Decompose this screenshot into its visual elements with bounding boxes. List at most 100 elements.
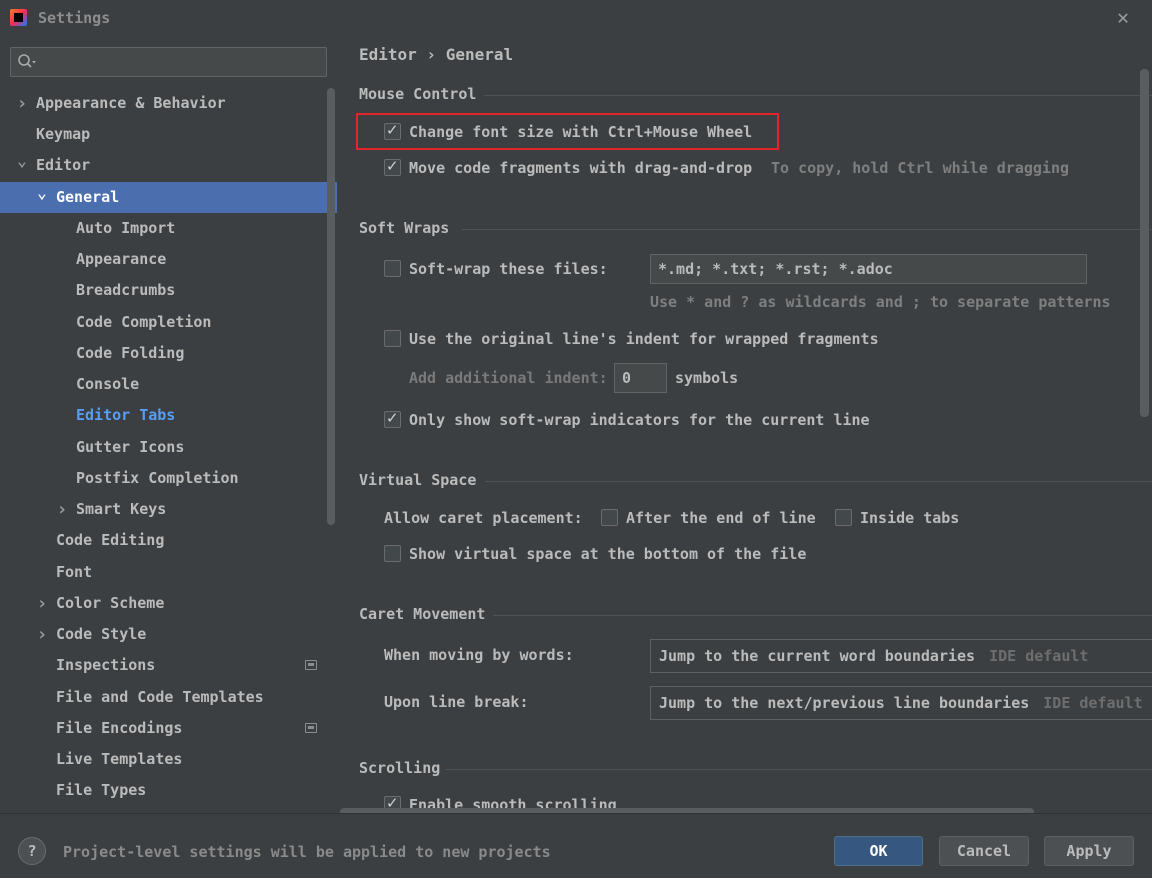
wildcard-hint: Use * and ? as wildcards and ; to separa… — [650, 293, 1111, 311]
only-current-line-label[interactable]: Only show soft-wrap indicators for the c… — [409, 411, 870, 429]
sidebar-item-label: File and Code Templates — [56, 688, 264, 706]
project-level-icon — [305, 723, 317, 733]
section-title-caret-movement: Caret Movement — [359, 605, 486, 623]
intellij-logo-icon — [10, 9, 27, 26]
sidebar-item-android-layout-editor[interactable]: Android Layout Editor — [0, 806, 337, 813]
sidebar-item-label: Appearance & Behavior — [36, 94, 226, 112]
sidebar-item-file-types[interactable]: File Types — [0, 775, 337, 806]
show-virtual-space-checkbox[interactable] — [384, 545, 401, 562]
section-divider — [446, 769, 1152, 770]
sidebar-item-code-style[interactable]: › Code Style — [0, 619, 337, 650]
sidebar-item-file-and-code-templates[interactable]: File and Code Templates — [0, 682, 337, 713]
sidebar-item-label: Font — [56, 563, 93, 581]
moving-by-words-default: IDE default — [989, 647, 1089, 665]
moving-by-words-label: When moving by words: — [384, 646, 574, 664]
sidebar-item-label: Code Style — [56, 625, 147, 643]
moving-by-words-value: Jump to the current word boundaries — [659, 647, 976, 665]
sidebar-item-live-templates[interactable]: Live Templates — [0, 744, 337, 775]
sidebar-item-appearance-behavior[interactable]: › Appearance & Behavior — [0, 88, 337, 119]
moving-by-words-select[interactable]: Jump to the current word boundaries IDE d… — [650, 639, 1152, 673]
sidebar-item-label: Breadcrumbs — [76, 281, 176, 299]
section-title-virtual-space: Virtual Space — [359, 471, 477, 489]
section-title-mouse-control: Mouse Control — [359, 85, 477, 103]
move-code-hint: To copy, hold Ctrl while dragging — [771, 159, 1070, 177]
after-end-of-line-checkbox[interactable] — [601, 509, 618, 526]
sidebar-item-code-completion[interactable]: Code Completion — [0, 307, 337, 338]
content-vertical-scrollbar[interactable] — [1140, 69, 1149, 417]
move-code-label[interactable]: Move code fragments with drag-and-drop — [409, 159, 752, 177]
cancel-button[interactable]: Cancel — [939, 836, 1029, 866]
sidebar-item-label: General — [56, 188, 120, 206]
chevron-right-icon[interactable]: › — [55, 494, 69, 525]
sidebar-item-postfix-completion[interactable]: Postfix Completion — [0, 463, 337, 494]
project-level-icon — [305, 660, 317, 670]
sidebar-item-gutter-icons[interactable]: Gutter Icons — [0, 432, 337, 463]
sidebar-item-editor-tabs[interactable]: Editor Tabs — [0, 400, 337, 431]
only-current-line-checkbox[interactable] — [384, 409, 401, 428]
sidebar-item-breadcrumbs[interactable]: Breadcrumbs — [0, 275, 337, 306]
settings-sidebar: › Appearance & Behavior Keymap ⌄ Editor ⌄ Gene… — [0, 36, 337, 813]
sidebar-item-label: Code Folding — [76, 344, 185, 362]
sidebar-item-font[interactable]: Font — [0, 557, 337, 588]
original-indent-checkbox[interactable] — [384, 330, 401, 347]
sidebar-item-appearance[interactable]: Appearance — [0, 244, 337, 275]
sidebar-item-label: Keymap — [36, 125, 91, 143]
chevron-right-icon[interactable]: › — [15, 88, 29, 119]
search-input[interactable] — [10, 47, 327, 77]
sidebar-item-smart-keys[interactable]: › Smart Keys — [0, 494, 337, 525]
move-code-checkbox[interactable] — [384, 157, 401, 176]
sidebar-item-keymap[interactable]: Keymap — [0, 119, 337, 150]
sidebar-item-label: Editor Tabs — [76, 406, 176, 424]
sidebar-item-label: Android Layout Editor — [56, 806, 246, 813]
line-break-value: Jump to the next/previous line boundarie… — [659, 694, 1030, 712]
sidebar-item-file-encodings[interactable]: File Encodings — [0, 713, 337, 744]
ok-button[interactable]: OK — [834, 836, 923, 866]
help-button[interactable]: ? — [18, 837, 46, 865]
sidebar-item-console[interactable]: Console — [0, 369, 337, 400]
inside-tabs-checkbox[interactable] — [835, 509, 852, 526]
change-font-size-checkbox[interactable] — [384, 121, 401, 140]
line-break-select[interactable]: Jump to the next/previous line boundarie… — [650, 686, 1152, 720]
chevron-down-icon[interactable]: ⌄ — [15, 145, 29, 176]
additional-indent-input[interactable]: 0 — [614, 363, 667, 393]
line-break-default: IDE default — [1043, 694, 1143, 712]
sidebar-item-label: Code Editing — [56, 531, 165, 549]
sidebar-item-editor[interactable]: ⌄ Editor — [0, 150, 337, 181]
sidebar-item-auto-import[interactable]: Auto Import — [0, 213, 337, 244]
sidebar-item-label: Code Completion — [76, 313, 212, 331]
chevron-right-icon[interactable]: › — [35, 619, 49, 650]
sidebar-item-general[interactable]: ⌄ General — [0, 182, 337, 213]
sidebar-item-label: Color Scheme — [56, 594, 165, 612]
additional-indent-suffix: symbols — [675, 369, 739, 387]
inside-tabs-label[interactable]: Inside tabs — [860, 509, 959, 527]
dialog-footer: ? Project-level settings will be applied… — [0, 813, 1152, 878]
sidebar-item-label: Auto Import — [76, 219, 176, 237]
section-divider — [484, 95, 1152, 96]
sidebar-item-color-scheme[interactable]: › Color Scheme — [0, 588, 337, 619]
sidebar-item-label: Console — [76, 375, 140, 393]
additional-indent-label: Add additional indent: — [409, 369, 608, 387]
show-virtual-space-label[interactable]: Show virtual space at the bottom of the … — [409, 545, 806, 563]
section-divider — [493, 615, 1152, 616]
sidebar-scrollbar[interactable] — [327, 88, 335, 525]
chevron-down-icon[interactable]: ⌄ — [35, 177, 49, 208]
section-title-scrolling: Scrolling — [359, 759, 441, 777]
close-icon[interactable]: ✕ — [1112, 6, 1134, 28]
soft-wrap-files-label[interactable]: Soft-wrap these files: — [409, 260, 608, 278]
after-end-of-line-label[interactable]: After the end of line — [626, 509, 816, 527]
sidebar-item-label: Postfix Completion — [76, 469, 239, 487]
caret-placement-label: Allow caret placement: — [384, 509, 583, 527]
original-indent-label[interactable]: Use the original line's indent for wrapp… — [409, 330, 879, 348]
sidebar-item-label: Live Templates — [56, 750, 183, 768]
sidebar-item-code-editing[interactable]: Code Editing — [0, 525, 337, 556]
soft-wrap-files-checkbox[interactable] — [384, 260, 401, 277]
footer-info-text: Project-level settings will be applied t… — [63, 843, 551, 861]
apply-button[interactable]: Apply — [1044, 836, 1134, 866]
chevron-right-icon[interactable]: › — [35, 588, 49, 619]
change-font-size-label[interactable]: Change font size with Ctrl+Mouse Wheel — [409, 123, 752, 141]
soft-wrap-files-input[interactable]: *.md; *.txt; *.rst; *.adoc — [650, 254, 1087, 284]
sidebar-item-label: Gutter Icons — [76, 438, 185, 456]
sidebar-item-code-folding[interactable]: Code Folding — [0, 338, 337, 369]
title-bar: Settings ✕ — [0, 0, 1152, 36]
sidebar-item-inspections[interactable]: Inspections — [0, 650, 337, 681]
